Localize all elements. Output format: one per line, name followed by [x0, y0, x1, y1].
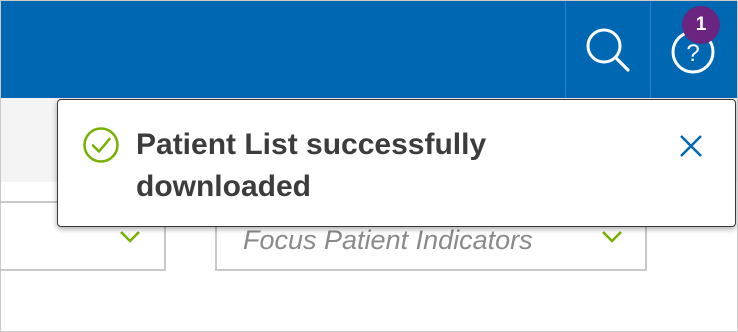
- focus-indicators-placeholder: Focus Patient Indicators: [243, 225, 533, 255]
- close-icon[interactable]: [678, 133, 704, 159]
- success-toast: Patient List successfully downloaded: [57, 99, 736, 227]
- search-icon: [586, 28, 630, 72]
- search-button[interactable]: [566, 1, 650, 98]
- app-frame: ? 1 Focus Patient Indicators Patient Lis…: [0, 0, 738, 332]
- notification-badge[interactable]: 1: [682, 6, 720, 44]
- toast-message: Patient List successfully downloaded: [136, 128, 487, 203]
- check-circle-icon: [83, 127, 119, 163]
- chevron-down-icon: [120, 231, 140, 243]
- top-bar: ? 1: [1, 1, 737, 98]
- chevron-down-icon: [602, 231, 622, 243]
